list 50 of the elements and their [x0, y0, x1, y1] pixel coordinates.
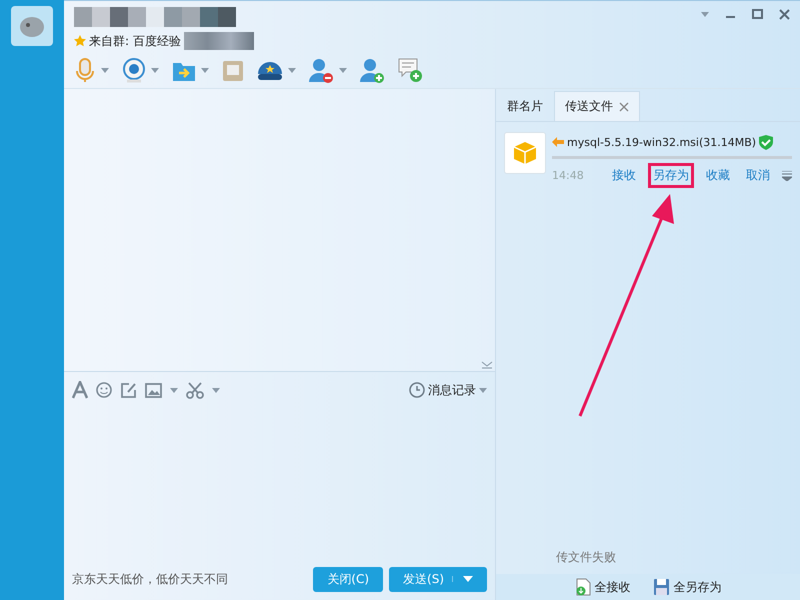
close-icon[interactable]	[779, 9, 790, 20]
caret-icon[interactable]	[452, 576, 473, 582]
action-link[interactable]: 取消	[742, 164, 774, 187]
tab[interactable]: 传送文件	[554, 91, 640, 121]
status-text: 传文件失败	[555, 549, 617, 566]
collapse-icon[interactable]	[481, 361, 493, 369]
caret-icon[interactable]	[479, 388, 487, 392]
action-link[interactable]: 接收	[608, 164, 640, 187]
scissors-icon[interactable]	[186, 382, 204, 398]
emoji-icon[interactable]	[96, 382, 112, 398]
remove-user-icon[interactable]	[309, 58, 334, 83]
transfer-time: 14:48	[552, 169, 584, 182]
caret-icon[interactable]	[151, 68, 159, 73]
arrow-icon	[552, 137, 564, 147]
maximize-icon[interactable]	[752, 9, 763, 20]
microphone-icon[interactable]	[74, 58, 96, 83]
more-icon[interactable]	[782, 170, 792, 180]
from-group: 来自群: 百度经验	[89, 32, 181, 50]
caret-icon[interactable]	[101, 68, 109, 73]
caret-icon[interactable]	[288, 68, 296, 73]
file-name: mysql-5.5.19-win32.msi(31.14MB)	[567, 136, 756, 148]
add-user-icon[interactable]	[360, 58, 385, 83]
edit-icon[interactable]	[120, 382, 137, 398]
font-icon[interactable]	[72, 381, 88, 399]
image-icon[interactable]	[145, 382, 162, 398]
caret-icon[interactable]	[701, 12, 709, 17]
history-link[interactable]: 消息记录	[428, 382, 476, 398]
close-icon[interactable]	[619, 102, 629, 112]
webcam-icon[interactable]	[122, 58, 146, 83]
receive-file-icon[interactable]	[574, 578, 590, 596]
clock-icon[interactable]	[409, 382, 425, 398]
ad-text[interactable]: 京东天天低价，低价天天不同	[72, 570, 308, 588]
police-cap-icon[interactable]	[257, 60, 283, 82]
caret-icon[interactable]	[212, 388, 220, 392]
package-icon	[513, 141, 537, 165]
receive-all-link[interactable]: 全接收	[594, 578, 630, 596]
save-all-link[interactable]: 全另存为	[674, 578, 722, 596]
action-link[interactable]: 收藏	[702, 164, 734, 187]
caret-icon[interactable]	[201, 68, 209, 73]
add-message-icon[interactable]	[398, 58, 423, 83]
action-link[interactable]: 另存为	[648, 163, 694, 188]
tab[interactable]: 群名片	[496, 91, 554, 121]
avatar[interactable]	[11, 6, 53, 46]
screen-icon[interactable]	[222, 60, 244, 82]
redacted-group	[184, 32, 254, 50]
caret-icon[interactable]	[339, 68, 347, 73]
save-icon[interactable]	[652, 578, 670, 596]
shield-check-icon	[759, 134, 774, 150]
caret-icon[interactable]	[170, 388, 178, 392]
star-icon	[74, 35, 86, 47]
